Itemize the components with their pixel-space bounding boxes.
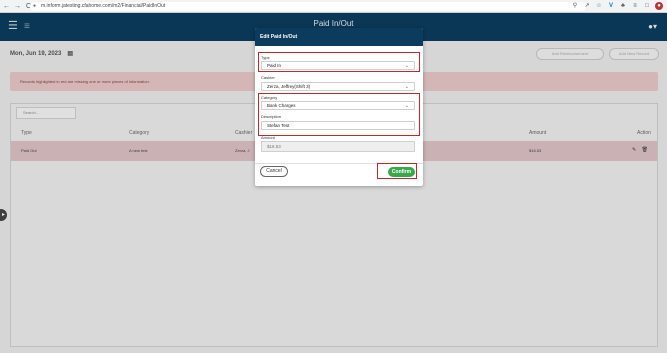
- category-value: Bank Charges: [267, 103, 296, 108]
- address-bar[interactable]: ● m.inform.jatesting.cfahome.com/m2/Fina…: [30, 2, 586, 11]
- playlist-icon[interactable]: ≡: [631, 2, 639, 10]
- type-label: Type: [261, 55, 270, 60]
- chevron-down-icon: ⌄: [404, 84, 409, 90]
- extension-v-icon[interactable]: V: [607, 2, 615, 10]
- cashier-value: Zerza, Jeffrey(Shift 3): [267, 84, 311, 89]
- edit-paid-in-out-modal: Edit Paid In/Out Type Paid In ⌄ Cashier …: [255, 28, 423, 186]
- description-label: Description: [261, 114, 282, 119]
- description-input[interactable]: Stefan Test: [261, 121, 415, 130]
- chevron-down-icon: ⌄: [404, 63, 409, 69]
- puzzle-icon[interactable]: ♣: [619, 2, 627, 10]
- modal-title: Edit Paid In/Out: [255, 28, 423, 46]
- share-icon[interactable]: ↗: [583, 2, 591, 10]
- lock-icon: ●: [33, 3, 37, 9]
- category-label: Category: [261, 95, 278, 100]
- cashier-select[interactable]: Zerza, Jeffrey(Shift 3) ⌄: [261, 82, 415, 91]
- profile-avatar-icon[interactable]: ●: [655, 2, 663, 10]
- chevron-down-icon: ⌄: [404, 103, 409, 109]
- url-text: m.inform.jatesting.cfahome.com/m2/Financ…: [41, 3, 166, 9]
- window-icon[interactable]: □: [643, 2, 651, 10]
- forward-button[interactable]: →: [13, 2, 22, 11]
- cashier-label: Cashier: [261, 75, 275, 80]
- key-icon[interactable]: ⚲: [571, 2, 579, 10]
- cancel-button[interactable]: Cancel: [260, 166, 288, 177]
- amount-field: $16.53: [261, 141, 415, 152]
- category-select[interactable]: Bank Charges ⌄: [261, 101, 415, 110]
- browser-toolbar: ← → C ● m.inform.jatesting.cfahome.com/m…: [0, 0, 667, 13]
- extension-icons: ⚲ ↗ ☆ V ♣ ≡ □ ●: [571, 2, 663, 10]
- star-icon[interactable]: ☆: [595, 2, 603, 10]
- type-select[interactable]: Paid In ⌄: [261, 61, 415, 70]
- back-button[interactable]: ←: [2, 2, 11, 11]
- confirm-button[interactable]: Confirm: [388, 167, 415, 177]
- amount-label: Amount: [261, 135, 275, 140]
- type-value: Paid In: [267, 63, 282, 68]
